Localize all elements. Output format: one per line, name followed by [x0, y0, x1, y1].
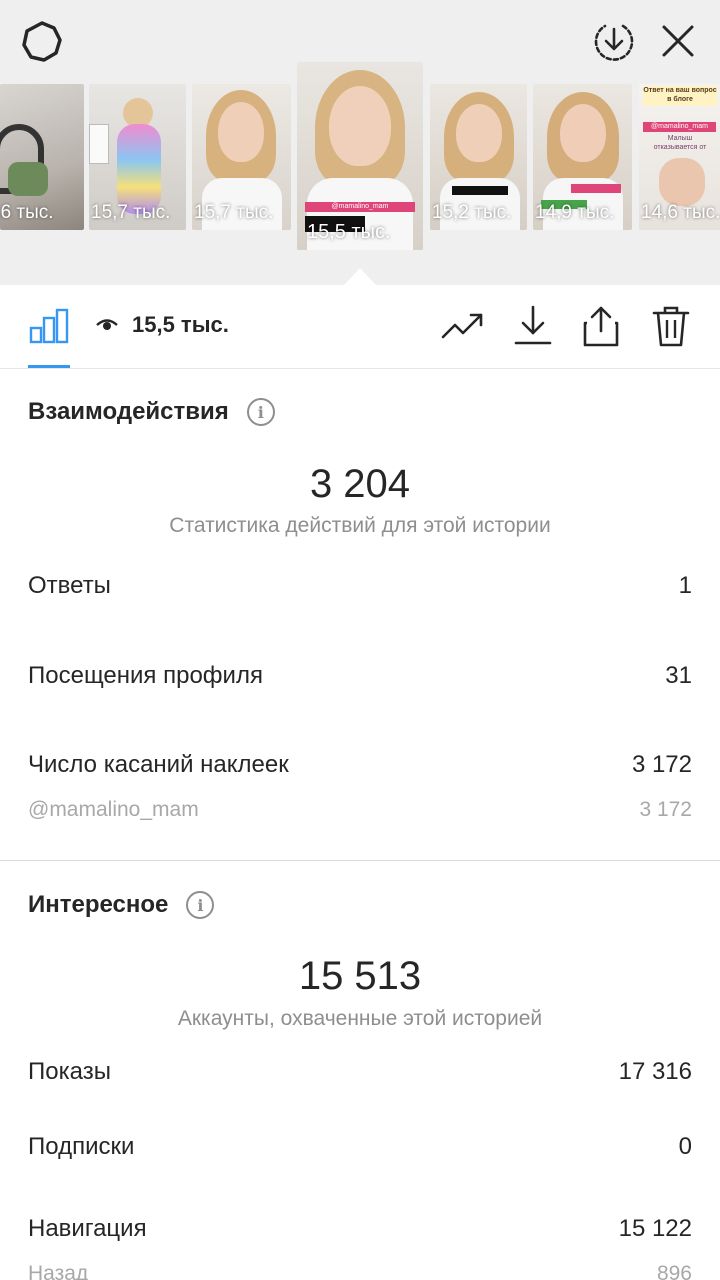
stat-label: Подписки: [28, 1133, 135, 1160]
stat-value: 3 172: [631, 751, 692, 778]
stat-value: 15 122: [618, 1215, 692, 1242]
stat-subrow-back: Назад 896: [28, 1262, 692, 1280]
discovery-title: Интересное: [28, 891, 169, 918]
story-views-label: 16 тыс.: [0, 202, 54, 223]
interactions-title: Взаимодействия: [28, 398, 229, 425]
stat-value: 1: [678, 572, 692, 599]
story-views-label: 14,6 тыс.: [641, 202, 720, 223]
download-icon[interactable]: [510, 303, 556, 349]
story-thumbnail[interactable]: Ответ на ваш вопрос в блоге @mamalino_ma…: [639, 84, 720, 230]
share-icon[interactable]: [578, 303, 624, 349]
stat-label: Показы: [28, 1058, 111, 1085]
stat-row-profile-visits: Посещения профиля 31: [28, 662, 692, 690]
close-icon[interactable]: [654, 17, 702, 65]
stat-value: 31: [665, 662, 692, 689]
discovery-section-title: Интересное i: [28, 891, 215, 919]
insights-tab-indicator: [28, 365, 70, 368]
section-divider: [0, 860, 720, 861]
stat-row-sticker-taps: Число касаний наклеек 3 172: [28, 751, 692, 779]
story-thumbnail-selected[interactable]: @mamalino_mam 15,5 тыс.: [297, 62, 423, 250]
story-caption-top: Ответ на ваш вопрос в блоге: [643, 86, 717, 106]
interactions-total: 3 204: [309, 462, 411, 506]
selected-story-pointer: [344, 268, 376, 285]
interactions-subtitle: Статистика действий для этой истории: [169, 514, 551, 537]
stat-row-impressions: Показы 17 316: [28, 1058, 692, 1086]
story-thumbnail[interactable]: 15,7 тыс.: [192, 84, 291, 230]
info-icon[interactable]: i: [186, 891, 215, 919]
story-views-label: 15,2 тыс.: [432, 202, 512, 223]
stat-subvalue: 896: [656, 1262, 692, 1280]
discovery-total: 15 513: [298, 954, 422, 998]
stat-label: Число касаний наклеек: [28, 751, 289, 778]
stat-sublabel: Назад: [28, 1262, 89, 1280]
stat-value: 17 316: [618, 1058, 692, 1085]
story-views-label: 15,5 тыс.: [307, 221, 391, 243]
story-view-count: 15,5 тыс.: [96, 312, 229, 338]
story-thumbnail[interactable]: 15,7 тыс.: [89, 84, 186, 230]
stat-label: Навигация: [28, 1215, 147, 1242]
stat-row-follows: Подписки 0: [28, 1133, 692, 1161]
stat-subrow-sticker: @mamalino_mam 3 172: [28, 798, 692, 822]
story-views-label: 15,7 тыс.: [194, 202, 274, 223]
stories-strip-area: 16 тыс. 15,7 тыс. 15,7 тыс. @mamalino_ma…: [0, 0, 720, 285]
promote-icon[interactable]: [440, 303, 486, 349]
story-sticker: @mamalino_mam: [643, 122, 716, 132]
stat-label: Ответы: [28, 572, 111, 599]
view-count-value: 15,5 тыс.: [132, 312, 229, 337]
trash-icon[interactable]: [648, 303, 694, 349]
interactions-section-title: Взаимодействия i: [28, 398, 275, 426]
stat-label: Посещения профиля: [28, 662, 263, 689]
bar-chart-icon[interactable]: [26, 303, 72, 349]
stat-sublabel: @mamalino_mam: [28, 798, 199, 821]
story-caption-bottom: Малыш отказывается от горшка: [653, 135, 707, 151]
stat-row-navigation: Навигация 15 122: [28, 1215, 692, 1243]
story-thumbnail[interactable]: 15,2 тыс.: [430, 84, 527, 230]
stat-row-replies: Ответы 1: [28, 572, 692, 600]
story-views-label: 15,7 тыс.: [91, 202, 171, 223]
story-thumbnail[interactable]: 16 тыс.: [0, 84, 84, 230]
story-toolbar: 15,5 тыс.: [0, 285, 720, 369]
settings-icon[interactable]: [18, 18, 66, 66]
download-circle-icon[interactable]: [590, 17, 638, 65]
story-thumbnails: 16 тыс. 15,7 тыс. 15,7 тыс. @mamalino_ma…: [0, 62, 720, 262]
story-sticker: @mamalino_mam: [305, 202, 415, 212]
stat-subvalue: 3 172: [639, 798, 692, 821]
story-thumbnail[interactable]: 14,9 тыс.: [533, 84, 632, 230]
story-views-label: 14,9 тыс.: [535, 202, 615, 223]
discovery-subtitle: Аккаунты, охваченные этой историей: [177, 1007, 543, 1030]
stat-value: 0: [678, 1133, 692, 1160]
info-icon[interactable]: i: [246, 398, 275, 426]
eye-icon: [96, 312, 118, 338]
